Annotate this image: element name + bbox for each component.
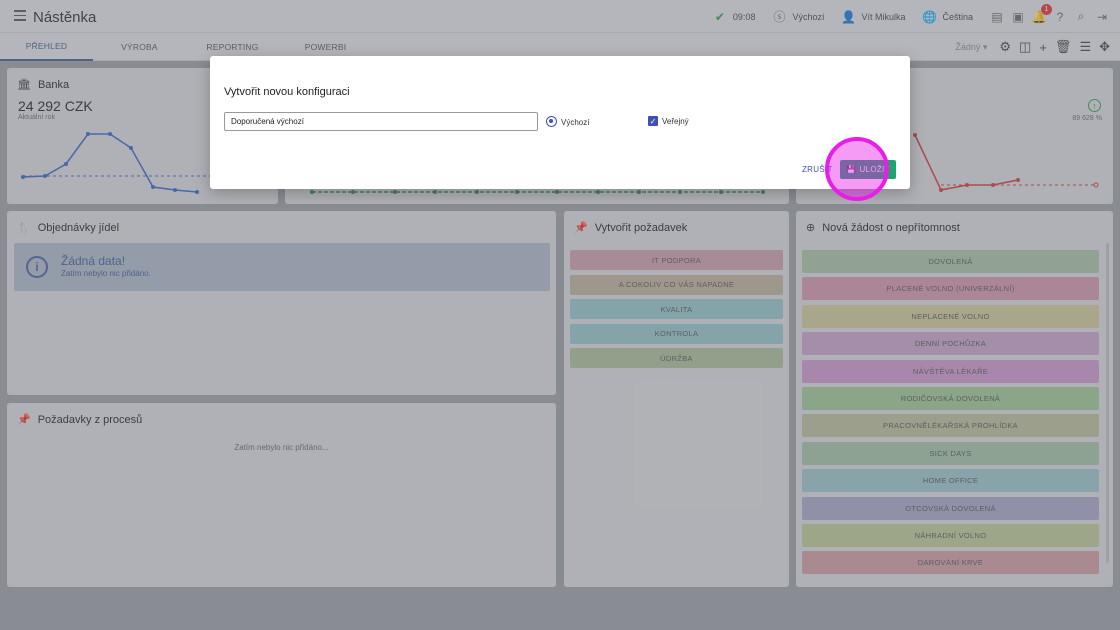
default-radio[interactable] bbox=[546, 116, 557, 127]
public-checkbox[interactable]: ✓ bbox=[648, 116, 658, 126]
default-radio-label[interactable]: Výchozí bbox=[561, 118, 589, 127]
create-config-dialog: Vytvořit novou konfiguraci Výchozí ✓ Veř… bbox=[210, 56, 910, 189]
dialog-title: Vytvořit novou konfiguraci bbox=[224, 86, 350, 98]
public-checkbox-label[interactable]: Veřejný bbox=[662, 117, 689, 126]
config-name-input[interactable] bbox=[224, 112, 538, 131]
click-indicator bbox=[825, 137, 889, 201]
